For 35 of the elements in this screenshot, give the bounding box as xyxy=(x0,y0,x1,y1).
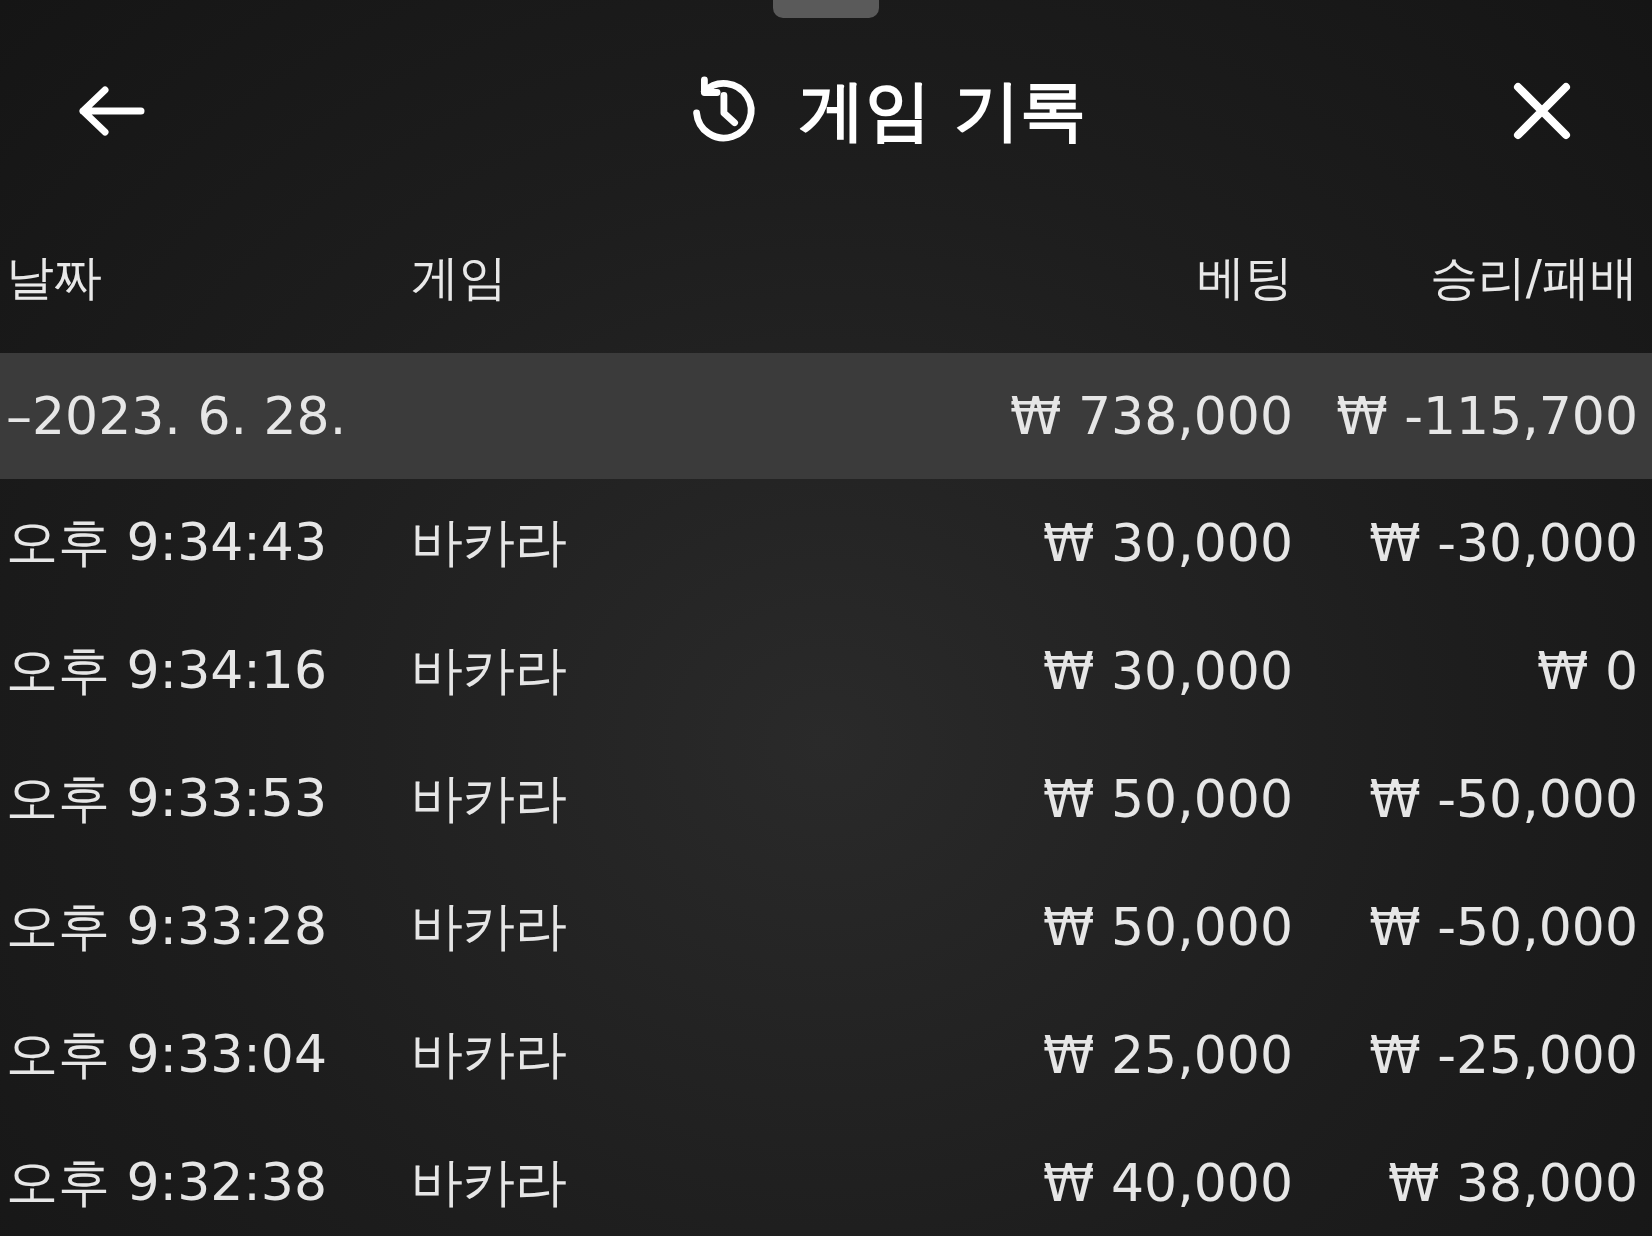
column-header: 베팅 xyxy=(1196,248,1293,307)
result-cell-text: ₩ -50,000 xyxy=(1368,897,1638,957)
result-cell-text: ₩ -50,000 xyxy=(1368,769,1638,829)
bet-cell-text: ₩ 30,000 xyxy=(1042,513,1293,573)
game-cell-text: 바카라 xyxy=(411,511,568,574)
bet-cell-text: ₩ 25,000 xyxy=(1042,1025,1293,1085)
game-cell-text: 바카라 xyxy=(411,895,568,958)
window-title: 게임 기록 xyxy=(799,70,1086,151)
time-cell-text: 오후 9:34:43 xyxy=(6,511,328,574)
bet-cell-text: ₩ 50,000 xyxy=(1042,769,1293,829)
close-icon[interactable] xyxy=(1512,80,1572,141)
time-cell-text: 오후 9:33:53 xyxy=(6,767,328,830)
bet-cell-text: ₩ 40,000 xyxy=(1042,1153,1293,1213)
column-header: 게임 xyxy=(411,248,508,307)
date-text: –2023. 6. 28. xyxy=(6,386,348,446)
result-cell-text: ₩ -30,000 xyxy=(1368,513,1638,573)
column-header: 승리/패배 xyxy=(1428,248,1638,307)
game-cell-text: 바카라 xyxy=(411,639,568,702)
game-cell-text: 바카라 xyxy=(411,1023,568,1086)
result-cell-text: ₩ -25,000 xyxy=(1368,1025,1638,1085)
result-cell-text: ₩ 0 xyxy=(1535,641,1638,701)
bet-cell-text: ₩ 30,000 xyxy=(1042,641,1293,701)
game-cell-text: 바카라 xyxy=(411,767,568,830)
result-total: ₩ -115,700 xyxy=(1335,386,1638,446)
time-cell-text: 오후 9:32:38 xyxy=(6,1151,328,1214)
bet-total: ₩ 738,000 xyxy=(1009,386,1293,446)
drag-handle[interactable] xyxy=(773,0,879,18)
time-cell-text: 오후 9:33:04 xyxy=(6,1023,328,1086)
bet-cell-text: ₩ 50,000 xyxy=(1042,897,1293,957)
time-cell-text: 오후 9:33:28 xyxy=(6,895,328,958)
time-cell-text: 오후 9:34:16 xyxy=(6,639,328,702)
column-header: 날짜 xyxy=(6,248,103,307)
date-group-row[interactable]: –2023. 6. 28. ₩ 738,000 ₩ -115,700 xyxy=(0,353,1652,479)
result-cell-text: ₩ 38,000 xyxy=(1387,1153,1638,1213)
game-cell-text: 바카라 xyxy=(411,1151,568,1214)
